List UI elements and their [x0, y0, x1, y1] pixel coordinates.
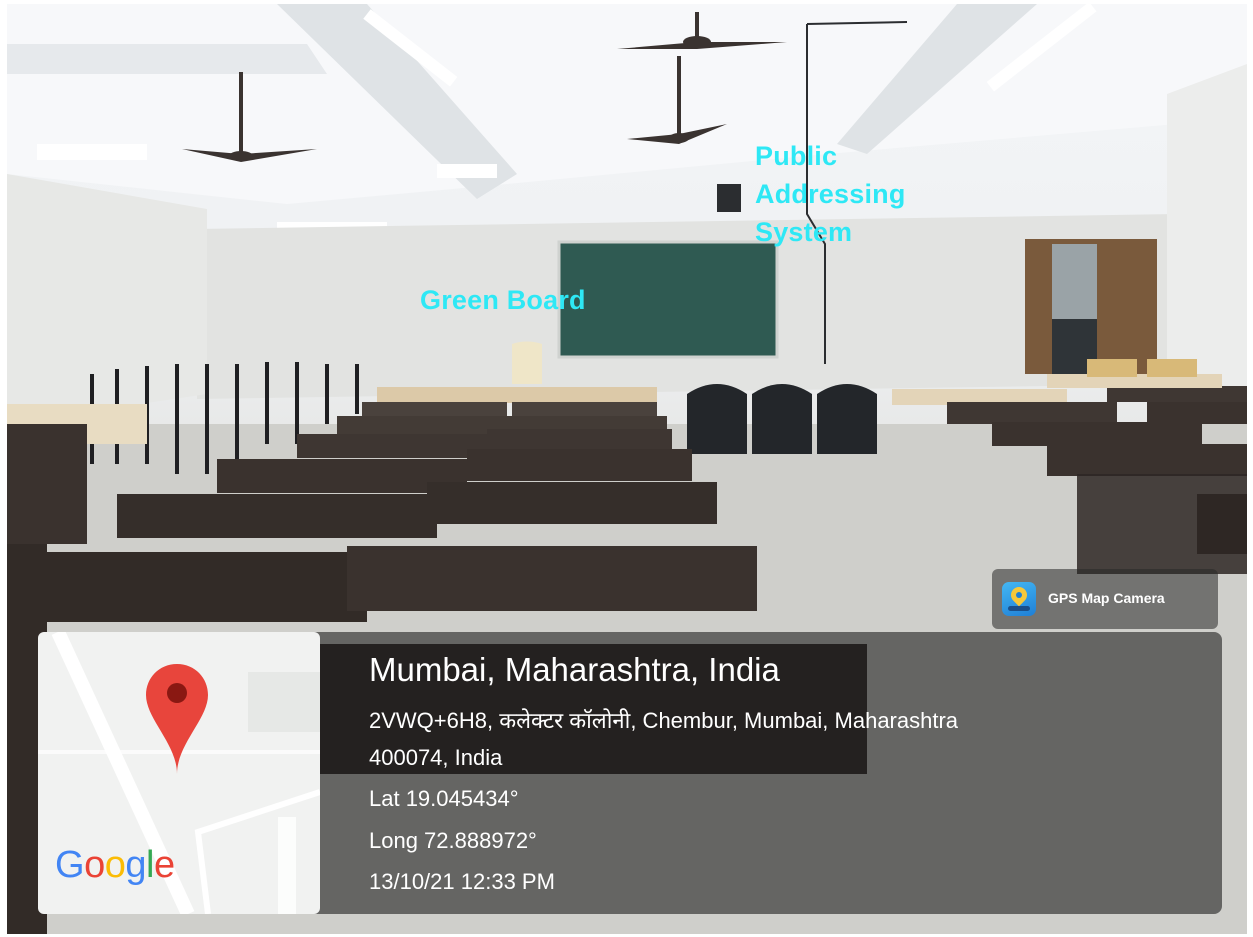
- gps-map-camera-icon: [1002, 582, 1036, 616]
- map-thumbnail: Google: [38, 632, 320, 914]
- public-addressing-system-label: Public Addressing System: [755, 137, 906, 251]
- gps-map-camera-badge: GPS Map Camera: [992, 569, 1218, 629]
- address-line-1: 2VWQ+6H8, कलेक्टर कॉलोनी, Chembur, Mumba…: [369, 708, 959, 733]
- latitude-text: Lat 19.045434°: [369, 786, 519, 811]
- map-pin-icon: [146, 664, 208, 774]
- green-board-label: Green Board: [420, 285, 586, 315]
- pa-label-line-2: Addressing: [755, 179, 906, 209]
- location-title: Mumbai, Maharashtra, India: [369, 651, 780, 688]
- pa-label-line-3: System: [755, 217, 853, 247]
- longitude-text: Long 72.888972°: [369, 828, 537, 853]
- gps-app-name: GPS Map Camera: [1048, 590, 1165, 606]
- address-line-2: 400074, India: [369, 745, 503, 770]
- datetime-text: 13/10/21 12:33 PM: [369, 869, 555, 894]
- pa-label-line-1: Public: [755, 141, 838, 171]
- google-logo: Google: [55, 844, 175, 886]
